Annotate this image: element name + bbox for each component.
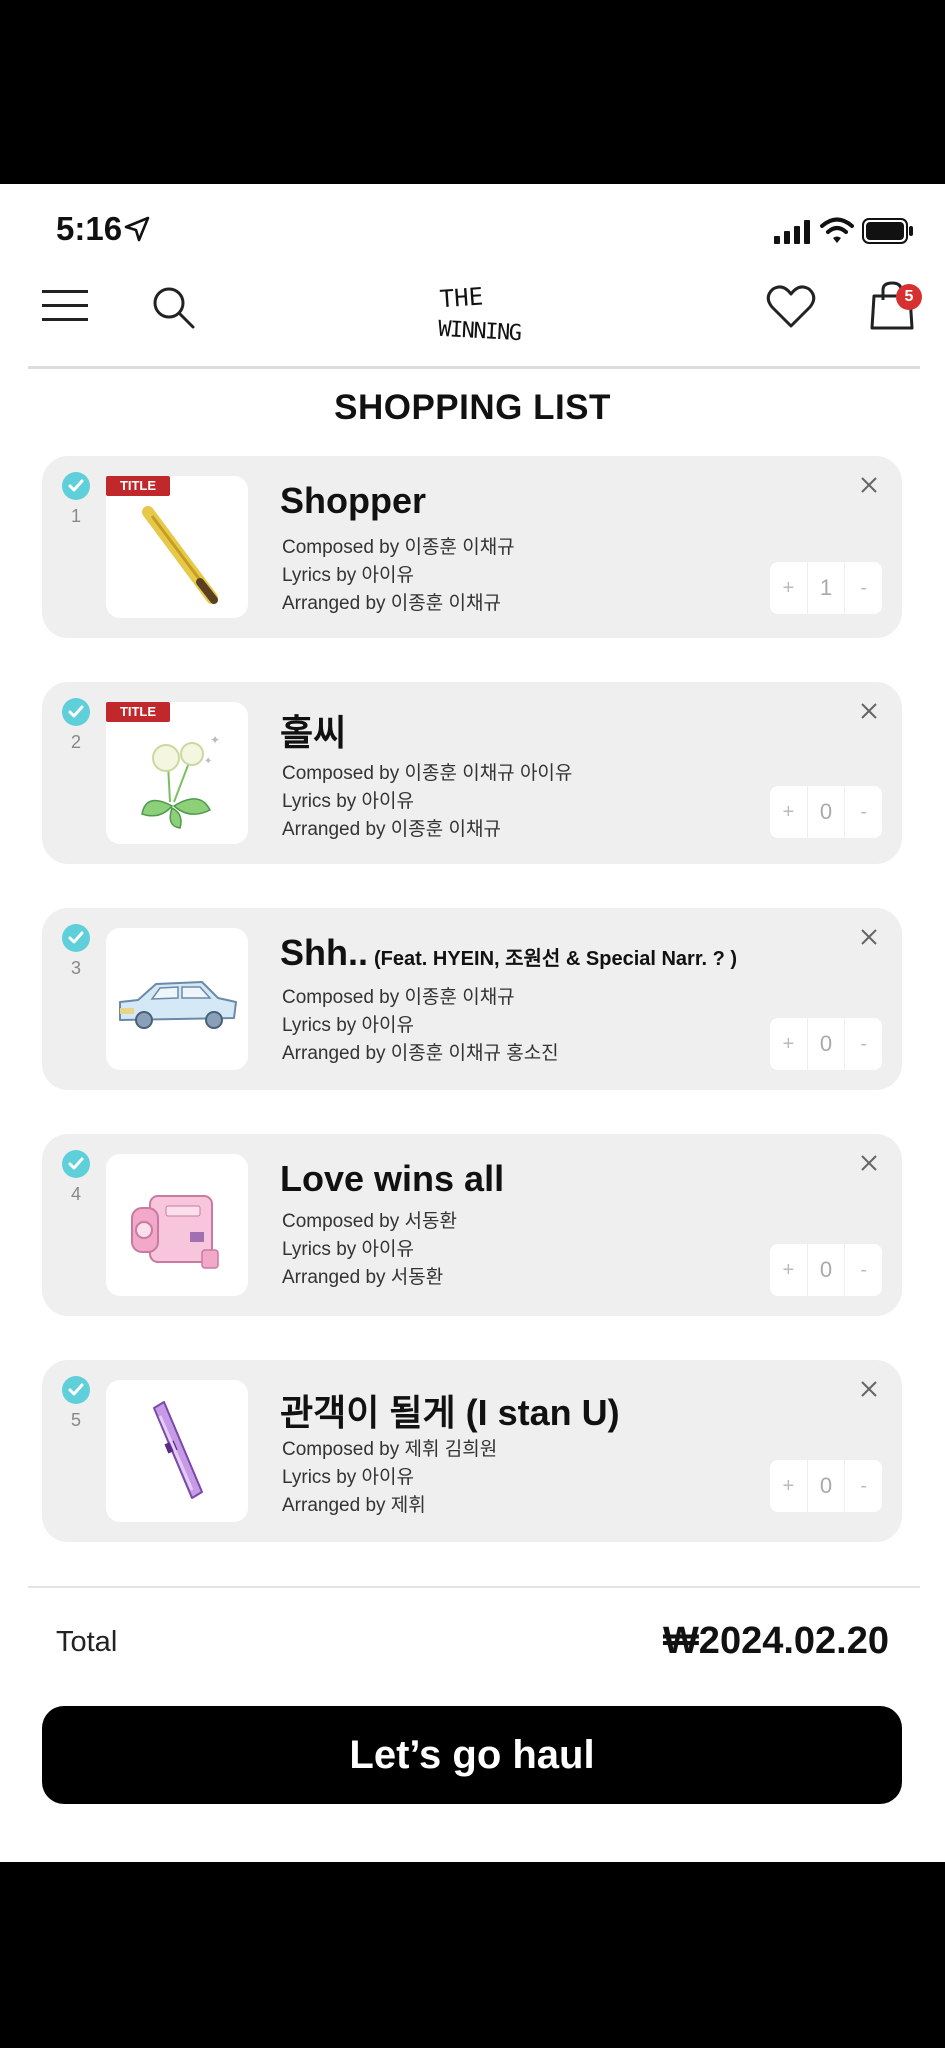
composer-credit: Composed by 이종훈 이채규 아이유 [282, 763, 573, 784]
decrement-button[interactable]: - [845, 1244, 883, 1296]
checkmark-icon [68, 479, 84, 492]
song-title: 홀씨 [280, 712, 347, 753]
increment-button[interactable]: + [770, 786, 808, 838]
item-number: 2 [70, 732, 81, 752]
checkmark-icon [68, 931, 84, 944]
checkmark-icon [68, 705, 84, 718]
title-track-tag: TITLE [106, 702, 170, 722]
album-art-image [106, 1380, 248, 1522]
decrement-button[interactable]: - [845, 562, 883, 614]
lightstick-icon [153, 1401, 203, 1499]
page-title: SHOPPING LIST [334, 388, 611, 427]
title-track-tag: TITLE [106, 476, 170, 496]
checkbox[interactable] [62, 1376, 90, 1404]
total-value: ₩2024.02.20 [662, 1620, 889, 1662]
close-icon[interactable] [856, 1150, 882, 1176]
baseball-bat-icon [142, 506, 218, 604]
svg-text:✦: ✦ [204, 756, 212, 767]
total-label: Total [56, 1626, 118, 1658]
quantity-stepper: + 0 - [770, 1460, 883, 1512]
list-item: 4 Love wins all Composed by 서동환 Lyrics b… [42, 1134, 902, 1316]
arranger-credit: Arranged by 제휘 [282, 1495, 426, 1516]
quantity-value: 1 [807, 562, 846, 614]
quantity-value: 0 [807, 1018, 846, 1070]
quantity-stepper: + 1 - [770, 562, 883, 614]
svg-text:THE: THE [439, 282, 484, 313]
total-divider [28, 1586, 920, 1588]
decrement-button[interactable]: - [845, 1018, 883, 1070]
list-item: 3 Shh.. (Feat. HYEIN, 조원선 & Special Narr.… [42, 908, 902, 1090]
quantity-value: 0 [807, 1460, 846, 1512]
status-time: 5:16 [56, 210, 123, 247]
arranger-credit: Arranged by 이종훈 이채규 홍소진 [282, 1043, 559, 1064]
arranger-credit: Arranged by 이종훈 이채규 [282, 819, 501, 840]
quantity-stepper: + 0 - [770, 786, 883, 838]
arranger-credit: Arranged by 이종훈 이채규 [282, 593, 501, 614]
lyrics-credit: Lyrics by 아이유 [282, 565, 414, 586]
header-divider [28, 366, 920, 369]
quantity-stepper: + 0 - [770, 1018, 883, 1070]
song-title: Shh.. (Feat. HYEIN, 조원선 & Special Narr. ?… [280, 932, 738, 973]
svg-text:✦: ✦ [210, 733, 220, 747]
song-title: Shopper [280, 480, 427, 521]
item-number: 3 [70, 958, 81, 978]
list-item: 2 ✦ ✦ TITLE 홀씨 Composed by 이종훈 이채규 아이유 L… [42, 682, 902, 864]
dandelion-icon: ✦ ✦ [141, 733, 220, 829]
album-art-image: ✦ ✦ [106, 702, 248, 844]
increment-button[interactable]: + [770, 1244, 808, 1296]
app-screen: 5:16 THE WINNING 5 SHOPPING LIST 1 TITLE… [0, 184, 945, 1862]
song-title: Love wins all [280, 1158, 505, 1199]
arranger-credit: Arranged by 서동환 [282, 1267, 444, 1288]
close-icon[interactable] [856, 472, 882, 498]
decrement-button[interactable]: - [845, 1460, 883, 1512]
battery-icon [862, 218, 913, 244]
quantity-value: 0 [807, 786, 846, 838]
checkbox[interactable] [62, 698, 90, 726]
composer-credit: Composed by 이종훈 이채규 [282, 537, 515, 558]
svg-text:WINNING: WINNING [437, 317, 522, 346]
increment-button[interactable]: + [770, 562, 808, 614]
list-item: 1 TITLE Shopper Composed by 이종훈 이채규 Lyri… [42, 456, 902, 638]
decrement-button[interactable]: - [845, 786, 883, 838]
lyrics-credit: Lyrics by 아이유 [282, 1239, 414, 1260]
checkbox[interactable] [62, 1150, 90, 1178]
album-art-image [106, 928, 248, 1070]
increment-button[interactable]: + [770, 1460, 808, 1512]
cell-signal-icon [774, 220, 810, 244]
close-icon[interactable] [856, 1376, 882, 1402]
checkout-button[interactable]: Let’s go haul [42, 1706, 902, 1804]
hamburger-menu-icon[interactable] [42, 288, 88, 324]
song-title: 관객이 될게 (I stan U) [280, 1392, 620, 1433]
featuring-credit: (Feat. HYEIN, 조원선 & Special Narr. ? ) [374, 948, 738, 970]
increment-button[interactable]: + [770, 1018, 808, 1070]
item-number: 1 [70, 506, 81, 526]
checkbox[interactable] [62, 472, 90, 500]
album-art-image [106, 1154, 248, 1296]
composer-credit: Composed by 서동환 [282, 1211, 457, 1232]
wishlist-heart-icon[interactable] [766, 284, 816, 330]
album-art-image [106, 476, 248, 618]
lyrics-credit: Lyrics by 아이유 [282, 1015, 414, 1036]
close-icon[interactable] [856, 924, 882, 950]
cart-count-badge: 5 [896, 284, 922, 310]
search-icon[interactable] [150, 284, 196, 330]
composer-credit: Composed by 이종훈 이채규 [282, 987, 515, 1008]
composer-credit: Composed by 제휘 김희원 [282, 1439, 498, 1460]
wifi-icon [820, 217, 854, 243]
item-number: 4 [70, 1184, 81, 1204]
quantity-value: 0 [807, 1244, 846, 1296]
checkmark-icon [68, 1157, 84, 1170]
checkbox[interactable] [62, 924, 90, 952]
car-icon [119, 981, 237, 1029]
location-arrow-icon [124, 216, 150, 242]
item-number: 5 [70, 1410, 81, 1430]
list-item: 5 관객이 될게 (I stan U) Composed by 제휘 김희원 L… [42, 1360, 902, 1542]
the-winning-logo[interactable]: THE WINNING [430, 276, 530, 348]
quantity-stepper: + 0 - [770, 1244, 883, 1296]
lyrics-credit: Lyrics by 아이유 [282, 1467, 414, 1488]
camcorder-icon [131, 1195, 219, 1269]
checkmark-icon [68, 1383, 84, 1396]
close-icon[interactable] [856, 698, 882, 724]
lyrics-credit: Lyrics by 아이유 [282, 791, 414, 812]
